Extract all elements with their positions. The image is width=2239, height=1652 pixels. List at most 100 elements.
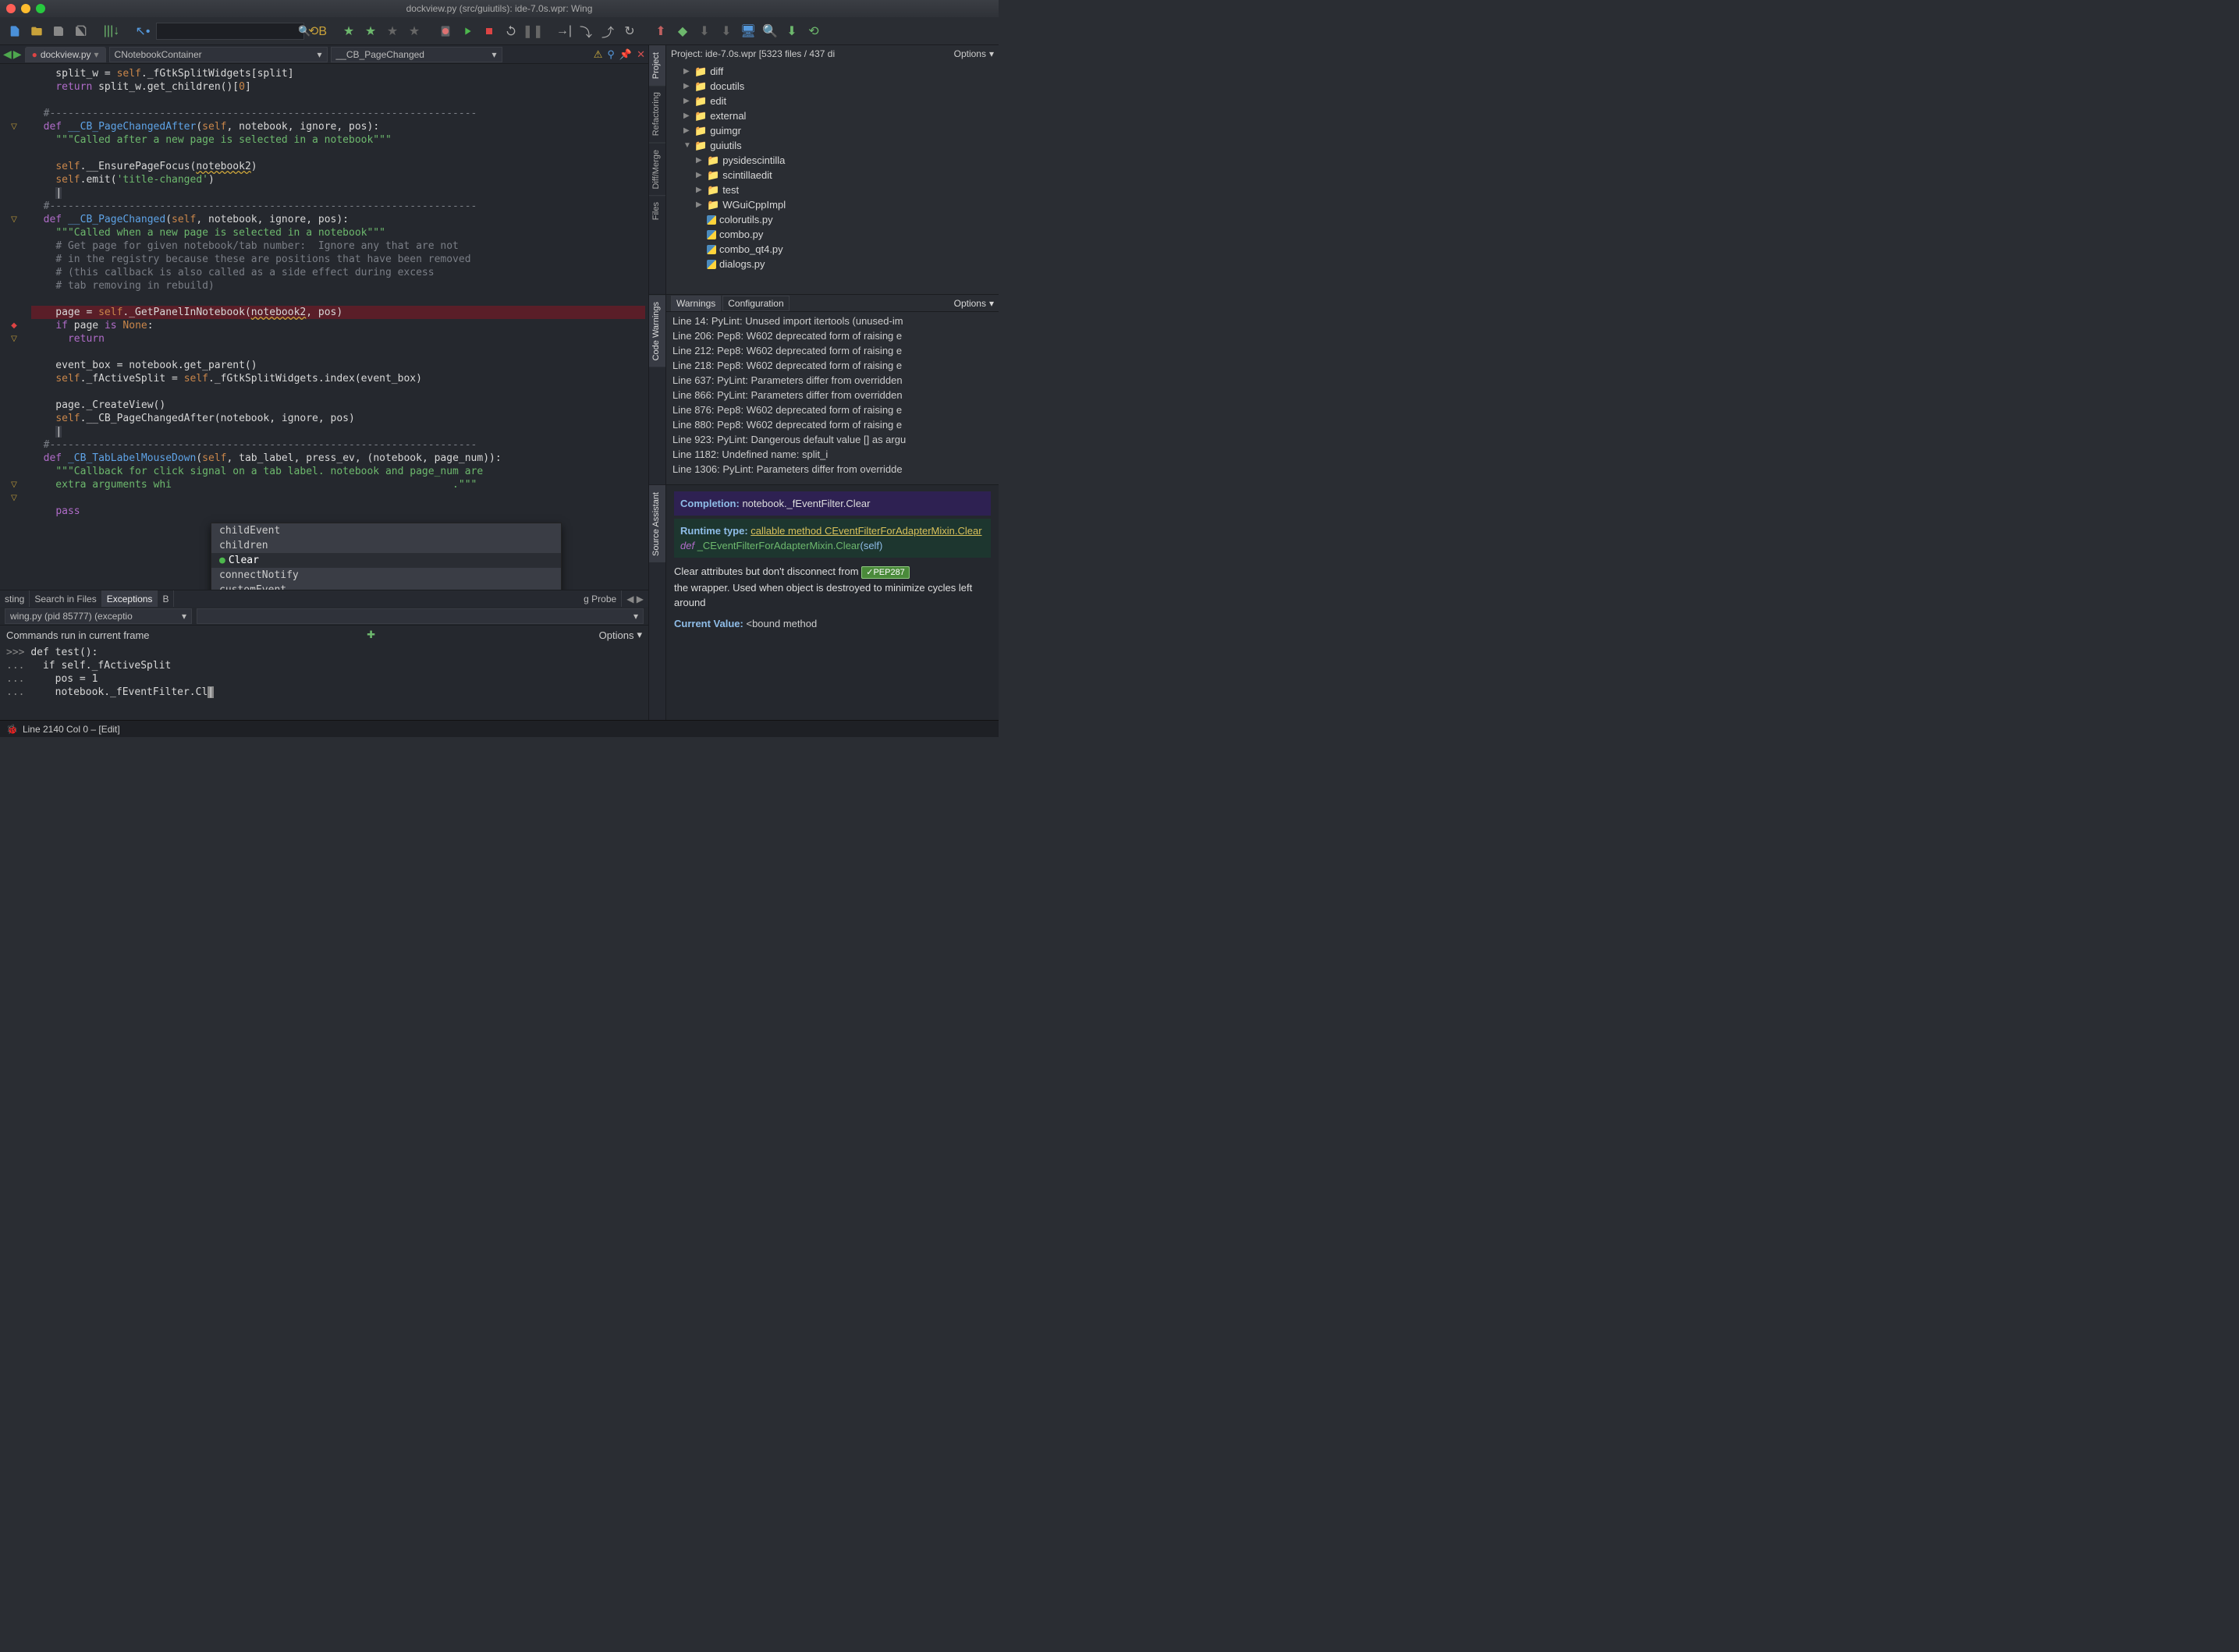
- ac-item-selected[interactable]: ●Clear: [211, 553, 561, 568]
- warning-item[interactable]: Line 206: Pep8: W602 deprecated form of …: [672, 328, 992, 343]
- tree-row[interactable]: ▶📁external: [671, 108, 994, 123]
- warning-item[interactable]: Line 218: Pep8: W602 deprecated form of …: [672, 358, 992, 373]
- project-options[interactable]: Options: [954, 48, 986, 59]
- tree-row[interactable]: ▶📁edit: [671, 94, 994, 108]
- tree-row[interactable]: colorutils.py: [671, 212, 994, 227]
- file-tab[interactable]: ● dockview.py ▾: [25, 47, 106, 62]
- warning-item[interactable]: Line 923: PyLint: Dangerous default valu…: [672, 432, 992, 447]
- restart-icon[interactable]: [502, 23, 520, 40]
- step-icon[interactable]: ↻: [621, 23, 638, 40]
- zoom-window-button[interactable]: [36, 4, 45, 13]
- search-input[interactable]: [160, 25, 298, 37]
- nav-back-icon[interactable]: ◀: [3, 48, 12, 61]
- tree-row[interactable]: ▶📁guimgr: [671, 123, 994, 138]
- step-into-icon[interactable]: →|: [555, 23, 573, 40]
- bottom-tab[interactable]: g Probe: [579, 590, 622, 607]
- nav-fwd-icon[interactable]: ▶: [13, 48, 22, 61]
- vtab-project[interactable]: Project: [649, 45, 665, 85]
- close-tab-icon[interactable]: ✕: [637, 48, 645, 61]
- options-button[interactable]: Options: [599, 629, 634, 641]
- class-selector[interactable]: CNotebookContainer ▾: [109, 47, 328, 62]
- bookmark-prev-icon[interactable]: ★: [384, 23, 401, 40]
- warning-item[interactable]: Line 14: PyLint: Unused import itertools…: [672, 314, 992, 328]
- vtab-files[interactable]: Files: [649, 195, 665, 226]
- person-icon[interactable]: ⚲: [607, 48, 615, 61]
- breakpoint-icon[interactable]: [437, 23, 454, 40]
- frame-selector[interactable]: ▾: [197, 608, 644, 624]
- warning-item[interactable]: Line 1306: PyLint: Parameters differ fro…: [672, 462, 992, 477]
- tree-row[interactable]: dialogs.py: [671, 257, 994, 271]
- bookmark-icon[interactable]: ★: [362, 23, 379, 40]
- tree-row[interactable]: ▶📁docutils: [671, 79, 994, 94]
- bug-icon[interactable]: 🐞: [6, 724, 18, 735]
- ac-item[interactable]: children: [211, 538, 561, 553]
- warning-icon[interactable]: ⚠: [594, 48, 603, 61]
- tree-row[interactable]: ▶📁WGuiCppImpl: [671, 197, 994, 212]
- save-icon[interactable]: [50, 23, 67, 40]
- frame-up-icon[interactable]: ⬆: [652, 23, 669, 40]
- ac-item[interactable]: childEvent: [211, 523, 561, 538]
- warning-item[interactable]: Line 1182: Undefined name: split_i: [672, 447, 992, 462]
- pep-badge[interactable]: ✓PEP287: [861, 566, 910, 579]
- tree-row[interactable]: combo_qt4.py: [671, 242, 994, 257]
- frame-down-icon[interactable]: ⬇: [696, 23, 713, 40]
- minimize-window-button[interactable]: [21, 4, 30, 13]
- code-editor[interactable]: ▽ ▽ ◆ ▽: [0, 64, 648, 590]
- pin-icon[interactable]: 📌: [619, 48, 632, 61]
- tab-nav-icon[interactable]: ◀ ▶: [622, 594, 648, 604]
- bookmark-add-icon[interactable]: ★: [340, 23, 357, 40]
- search-field[interactable]: 🔍: [156, 23, 304, 40]
- ac-item[interactable]: customEvent: [211, 583, 561, 590]
- close-window-button[interactable]: [6, 4, 16, 13]
- step-over-icon[interactable]: ⤵: [577, 23, 594, 40]
- method-selector[interactable]: __CB_PageChanged ▾: [331, 47, 502, 62]
- vtab-warnings[interactable]: Code Warnings: [649, 295, 665, 367]
- step-out-icon[interactable]: ⤴: [599, 23, 616, 40]
- vtab-diff[interactable]: Diff/Merge: [649, 143, 665, 196]
- warning-item[interactable]: Line 876: Pep8: W602 deprecated form of …: [672, 402, 992, 417]
- run-icon[interactable]: [459, 23, 476, 40]
- replace-icon[interactable]: ⟲B: [309, 23, 326, 40]
- tree-row[interactable]: ▶📁test: [671, 183, 994, 197]
- frame-down2-icon[interactable]: ⬇: [718, 23, 735, 40]
- warning-item[interactable]: Line 212: Pep8: W602 deprecated form of …: [672, 343, 992, 358]
- autocomplete-popup[interactable]: childEvent children ●Clear connectNotify…: [211, 523, 562, 590]
- down-arrow-icon[interactable]: ⬇: [783, 23, 800, 40]
- project-tree[interactable]: ▶📁diff▶📁docutils▶📁edit▶📁external▶📁guimgr…: [666, 62, 999, 294]
- code-content[interactable]: split_w = self._fGtkSplitWidgets[split] …: [28, 64, 648, 590]
- config-tab[interactable]: Configuration: [722, 296, 789, 311]
- new-file-icon[interactable]: [6, 23, 23, 40]
- stop-icon[interactable]: [481, 23, 498, 40]
- indent-icon[interactable]: |||↓: [103, 23, 120, 40]
- pause-icon[interactable]: ❚❚: [524, 23, 541, 40]
- bottom-tab[interactable]: B: [158, 590, 174, 607]
- add-icon[interactable]: ✚: [367, 629, 375, 641]
- vtab-source-assist[interactable]: Source Assistant: [649, 485, 665, 562]
- bookmark-next-icon[interactable]: ★: [406, 23, 423, 40]
- tree-row[interactable]: ▶📁scintillaedit: [671, 168, 994, 183]
- save-all-icon[interactable]: [72, 23, 89, 40]
- open-file-icon[interactable]: [28, 23, 45, 40]
- gutter[interactable]: ▽ ▽ ◆ ▽: [0, 64, 28, 590]
- tree-row[interactable]: ▶📁pysidescintilla: [671, 153, 994, 168]
- process-selector[interactable]: wing.py (pid 85777) (exceptio ▾: [5, 608, 192, 624]
- bottom-tab[interactable]: sting: [0, 590, 30, 607]
- refresh-icon[interactable]: ⟲: [805, 23, 822, 40]
- goto-def-icon[interactable]: ↖•: [134, 23, 151, 40]
- ac-item[interactable]: connectNotify: [211, 568, 561, 583]
- vtab-refactoring[interactable]: Refactoring: [649, 85, 665, 142]
- bottom-tab[interactable]: Search in Files: [30, 590, 101, 607]
- tree-row[interactable]: ▼📁guiutils: [671, 138, 994, 153]
- warning-item[interactable]: Line 880: Pep8: W602 deprecated form of …: [672, 417, 992, 432]
- warnings-list[interactable]: Line 14: PyLint: Unused import itertools…: [666, 312, 999, 484]
- warning-item[interactable]: Line 637: PyLint: Parameters differ from…: [672, 373, 992, 388]
- frame-icon[interactable]: ◆: [674, 23, 691, 40]
- monitor-icon[interactable]: 🖥: [740, 23, 757, 40]
- bottom-tab-active[interactable]: Exceptions: [102, 590, 158, 607]
- runtime-link[interactable]: callable method CEventFilterForAdapterMi…: [750, 525, 981, 537]
- tree-row[interactable]: combo.py: [671, 227, 994, 242]
- tree-row[interactable]: ▶📁diff: [671, 64, 994, 79]
- warnings-tab[interactable]: Warnings: [671, 296, 721, 311]
- find-icon[interactable]: 🔍: [761, 23, 779, 40]
- repl[interactable]: >>> def test(): ... if self._fActiveSpli…: [0, 644, 648, 720]
